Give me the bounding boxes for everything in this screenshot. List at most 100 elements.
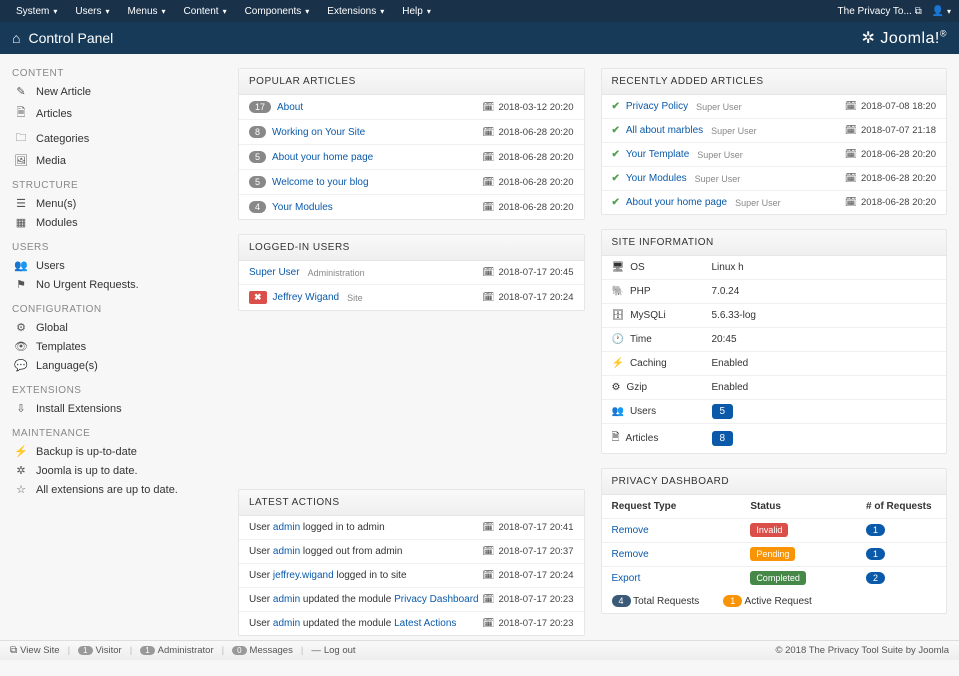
- action-row: User jeffrey.wigand logged in to site🗓20…: [239, 564, 584, 588]
- page-title: ⌂ Control Panel: [12, 30, 113, 46]
- app-name-link[interactable]: The Privacy To... ⧉: [838, 6, 922, 17]
- article-link[interactable]: Privacy Policy: [626, 101, 688, 112]
- footer-messages[interactable]: 0 Messages: [232, 645, 293, 656]
- user-menu[interactable]: 👤 ▾: [932, 6, 951, 17]
- sidebar-item-categories[interactable]: 🗀Categories: [12, 126, 222, 151]
- calendar-icon: 🗓: [482, 546, 494, 557]
- article-link[interactable]: Your Modules: [272, 202, 333, 213]
- logo-mark-icon: ✲: [861, 30, 875, 47]
- article-row: ✔Privacy PolicySuper User🗓2018-07-08 18:…: [602, 95, 947, 119]
- action-link[interactable]: admin: [273, 618, 300, 629]
- calendar-icon: 🗓: [482, 152, 494, 163]
- main-menu: System▾ Users▾ Menus▾ Content▾ Component…: [8, 3, 439, 20]
- article-link[interactable]: Welcome to your blog: [272, 177, 369, 188]
- sidebar-item-users[interactable]: 👥Users: [12, 256, 222, 275]
- check-icon: ✔: [612, 149, 620, 160]
- article-link[interactable]: About: [277, 102, 303, 113]
- sidebar-item-modules[interactable]: ▦Modules: [12, 213, 222, 232]
- date-label: 2018-06-28 20:20: [861, 149, 936, 160]
- calendar-icon: 🗓: [845, 197, 857, 208]
- action-link[interactable]: admin: [273, 546, 300, 557]
- info-key: Gzip: [626, 382, 647, 393]
- footer-logout[interactable]: — Log out: [311, 645, 355, 656]
- caret-down-icon: ▾: [105, 7, 109, 16]
- hit-count-badge: 5: [249, 176, 266, 188]
- date-label: 2018-06-28 20:20: [861, 173, 936, 184]
- menu-help[interactable]: Help▾: [394, 3, 439, 20]
- privacy-row: RemoveInvalid1: [602, 519, 947, 543]
- logout-user-button[interactable]: ✖: [249, 291, 267, 304]
- privacy-row: ExportCompleted2: [602, 567, 947, 590]
- sidebar-item-media[interactable]: 🖼Media: [12, 151, 222, 170]
- sidebar-item-templates[interactable]: 👁Templates: [12, 337, 222, 356]
- footer-visitor[interactable]: 1 Visitor: [78, 645, 122, 656]
- action-row: User admin logged out from admin🗓2018-07…: [239, 540, 584, 564]
- status-bar: ⧉ View Site | 1 Visitor | 1 Administrato…: [0, 640, 959, 660]
- hit-count-badge: 5: [249, 151, 266, 163]
- article-link[interactable]: About your home page: [626, 197, 727, 208]
- article-link[interactable]: Working on Your Site: [272, 127, 365, 138]
- info-value: Enabled: [712, 358, 937, 369]
- author-label: Super User: [735, 198, 781, 208]
- action-link[interactable]: admin: [273, 594, 300, 605]
- folder-icon: 🗀: [14, 129, 28, 148]
- user-link[interactable]: Jeffrey Wigand: [273, 292, 340, 303]
- menu-content[interactable]: Content▾: [176, 3, 235, 20]
- sidebar-item-global[interactable]: ⚙Global: [12, 318, 222, 337]
- info-key: Users: [630, 406, 656, 417]
- date-label: 2018-07-08 18:20: [861, 101, 936, 112]
- sidebar-item-languages[interactable]: 💬Language(s): [12, 356, 222, 375]
- privacy-table-header: Request Type Status # of Requests: [602, 495, 947, 519]
- date-label: 2018-06-28 20:20: [498, 152, 573, 163]
- action-link[interactable]: Privacy Dashboard: [394, 594, 478, 605]
- menu-extensions[interactable]: Extensions▾: [319, 3, 392, 20]
- article-link[interactable]: Your Template: [626, 149, 689, 160]
- author-label: Super User: [696, 102, 742, 112]
- calendar-icon: 🗓: [482, 594, 494, 605]
- sidebar-item-backup[interactable]: ⚡Backup is up-to-date: [12, 442, 222, 461]
- date-label: 2018-03-12 20:20: [498, 102, 573, 113]
- star-icon: ☆: [14, 483, 28, 496]
- check-icon: ✔: [612, 125, 620, 136]
- article-link[interactable]: About your home page: [272, 152, 373, 163]
- info-row: 🖥OSLinux h: [602, 256, 947, 280]
- sidebar-item-joomla-update[interactable]: ✲Joomla is up to date.: [12, 461, 222, 480]
- sidebar-item-ext-update[interactable]: ☆All extensions are up to date.: [12, 480, 222, 499]
- count-badge: 8: [712, 431, 734, 446]
- action-link[interactable]: jeffrey.wigand: [273, 570, 334, 581]
- sidebar-item-menus[interactable]: ☰Menu(s): [12, 194, 222, 213]
- article-row: 4Your Modules🗓2018-06-28 20:20: [239, 195, 584, 219]
- menu-users[interactable]: Users▾: [67, 3, 117, 20]
- menu-components[interactable]: Components▾: [237, 3, 318, 20]
- action-link[interactable]: Latest Actions: [394, 618, 456, 629]
- request-type-link[interactable]: Remove: [612, 525, 649, 536]
- request-type-link[interactable]: Export: [612, 573, 641, 584]
- panel-title: PRIVACY DASHBOARD: [602, 469, 947, 495]
- sidebar-item-articles[interactable]: 🗎Articles: [12, 101, 222, 126]
- logged-in-users-panel: LOGGED-IN USERS Super UserAdministration…: [238, 234, 585, 311]
- request-type-link[interactable]: Remove: [612, 549, 649, 560]
- caret-down-icon: ▾: [427, 7, 431, 16]
- info-row: 👥Users5: [602, 400, 947, 424]
- info-row: ⚡CachingEnabled: [602, 352, 947, 376]
- article-link[interactable]: Your Modules: [626, 173, 687, 184]
- menu-menus[interactable]: Menus▾: [120, 3, 174, 20]
- sidebar-item-install-extensions[interactable]: ⇩Install Extensions: [12, 399, 222, 418]
- date-label: 2018-06-28 20:20: [498, 127, 573, 138]
- privacy-row: RemovePending1: [602, 543, 947, 567]
- calendar-icon: 🗓: [482, 202, 494, 213]
- footer-administrator[interactable]: 1 Administrator: [140, 645, 213, 656]
- footer-view-site[interactable]: ⧉ View Site: [10, 645, 60, 656]
- menu-system[interactable]: System▾: [8, 3, 65, 20]
- date-label: 2018-07-17 20:24: [498, 292, 573, 303]
- check-icon: ✔: [612, 101, 620, 112]
- action-link[interactable]: admin: [273, 522, 300, 533]
- article-link[interactable]: All about marbles: [626, 125, 703, 136]
- sidebar-item-urgent-requests[interactable]: ⚑No Urgent Requests.: [12, 275, 222, 294]
- calendar-icon: 🗓: [482, 292, 494, 303]
- article-row: ✔All about marblesSuper User🗓2018-07-07 …: [602, 119, 947, 143]
- bolt-icon: ⚡: [14, 445, 28, 458]
- sidebar-item-new-article[interactable]: ✎New Article: [12, 82, 222, 101]
- info-value: 7.0.24: [712, 286, 937, 297]
- user-link[interactable]: Super User: [249, 267, 300, 278]
